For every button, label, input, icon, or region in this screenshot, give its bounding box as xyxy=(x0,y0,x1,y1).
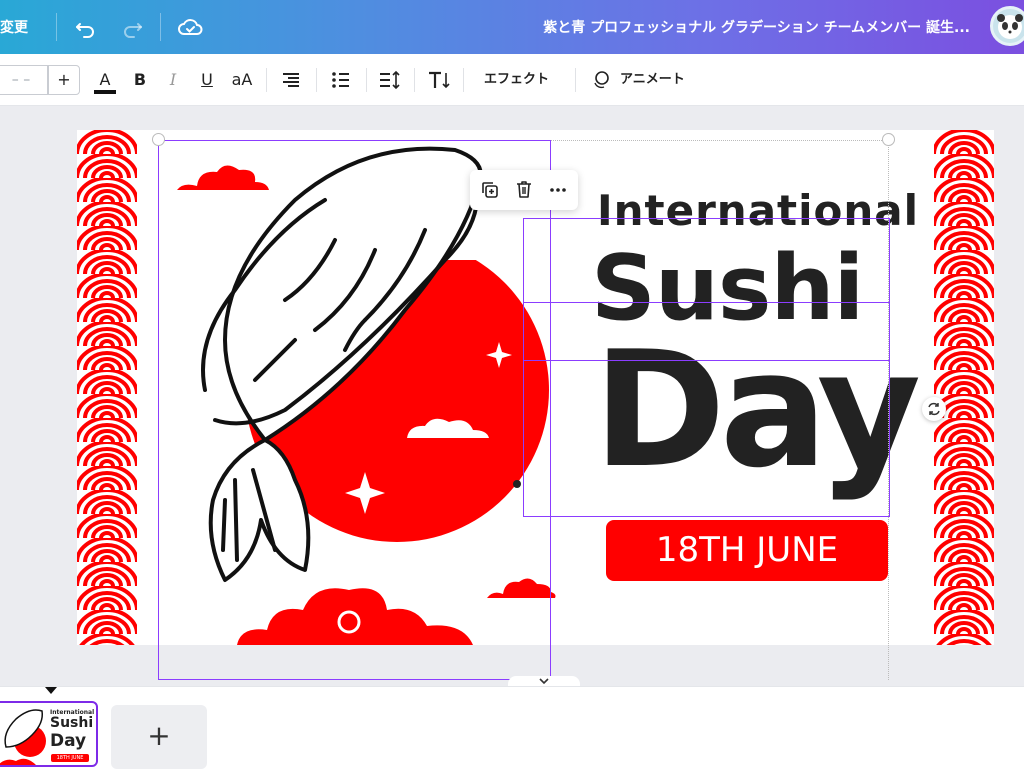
page-strip: International Sushi Day 18TH JUNE + xyxy=(0,686,1024,769)
date-badge[interactable]: 18TH JUNE xyxy=(606,520,888,581)
wave-pattern-right xyxy=(934,130,994,645)
divider xyxy=(366,68,367,92)
trash-icon[interactable] xyxy=(514,179,534,199)
anchor-point[interactable] xyxy=(513,480,521,488)
divider xyxy=(266,68,267,92)
line-spacing-icon[interactable] xyxy=(378,66,402,94)
bullet-list-icon[interactable] xyxy=(330,66,352,94)
text-orientation-icon[interactable] xyxy=(426,66,452,94)
avatar[interactable] xyxy=(990,6,1024,46)
current-page-marker-icon xyxy=(45,687,57,694)
rotate-icon xyxy=(928,402,940,416)
group-bounds xyxy=(551,140,888,141)
rotate-handle[interactable] xyxy=(922,397,946,421)
redo-icon[interactable] xyxy=(118,13,146,41)
text-color-button[interactable]: A xyxy=(93,66,117,94)
chevron-down-icon xyxy=(539,678,549,685)
divider xyxy=(575,68,576,92)
resize-button[interactable]: 変更 xyxy=(0,17,28,37)
more-options-icon[interactable] xyxy=(548,180,568,200)
text-color-swatch xyxy=(94,90,116,94)
thumbnail-line3: Day xyxy=(50,731,87,751)
letter-case-button[interactable]: aA xyxy=(229,66,255,94)
italic-button[interactable]: I xyxy=(165,66,181,94)
bold-button[interactable]: B xyxy=(130,66,150,94)
thumbnail-date: 18TH JUNE xyxy=(51,754,89,762)
animate-button[interactable]: アニメート xyxy=(620,66,685,94)
cloud-saved-icon[interactable] xyxy=(176,13,204,41)
effects-button[interactable]: エフェクト xyxy=(484,66,549,94)
divider xyxy=(316,68,317,92)
text-color-icon: A xyxy=(99,70,111,89)
align-right-icon[interactable] xyxy=(280,66,302,94)
divider xyxy=(160,13,161,41)
add-page-button[interactable]: + xyxy=(111,705,207,769)
page-thumbnail[interactable]: International Sushi Day 18TH JUNE xyxy=(0,701,98,767)
resize-handle[interactable] xyxy=(882,133,895,146)
divider xyxy=(463,68,464,92)
panda-avatar-icon xyxy=(997,14,1023,39)
selection-box-illustration[interactable] xyxy=(158,140,551,680)
font-size-increase-button[interactable]: + xyxy=(48,65,80,95)
top-bar: 変更 紫と青 プロフェッショナル グラデーション チームメンバー 誕生... xyxy=(0,0,1024,54)
document-title[interactable]: 紫と青 プロフェッショナル グラデーション チームメンバー 誕生... xyxy=(520,17,970,37)
element-context-menu xyxy=(470,170,578,210)
divider xyxy=(414,68,415,92)
wave-pattern-left xyxy=(77,130,137,645)
animate-icon[interactable] xyxy=(590,66,612,94)
undo-icon[interactable] xyxy=(72,13,100,41)
duplicate-icon[interactable] xyxy=(480,180,500,200)
selection-box-text[interactable] xyxy=(523,218,890,517)
divider xyxy=(56,13,57,41)
selection-guide xyxy=(523,360,890,361)
text-toolbar: – – + A B I U aA エフェクト アニメート xyxy=(0,54,1024,106)
selection-guide xyxy=(523,302,890,303)
underline-button[interactable]: U xyxy=(198,66,216,94)
thumbnail-line2: Sushi xyxy=(50,715,94,731)
font-size-input[interactable]: – – xyxy=(0,65,48,95)
resize-handle[interactable] xyxy=(152,133,165,146)
group-bounds xyxy=(888,140,889,680)
